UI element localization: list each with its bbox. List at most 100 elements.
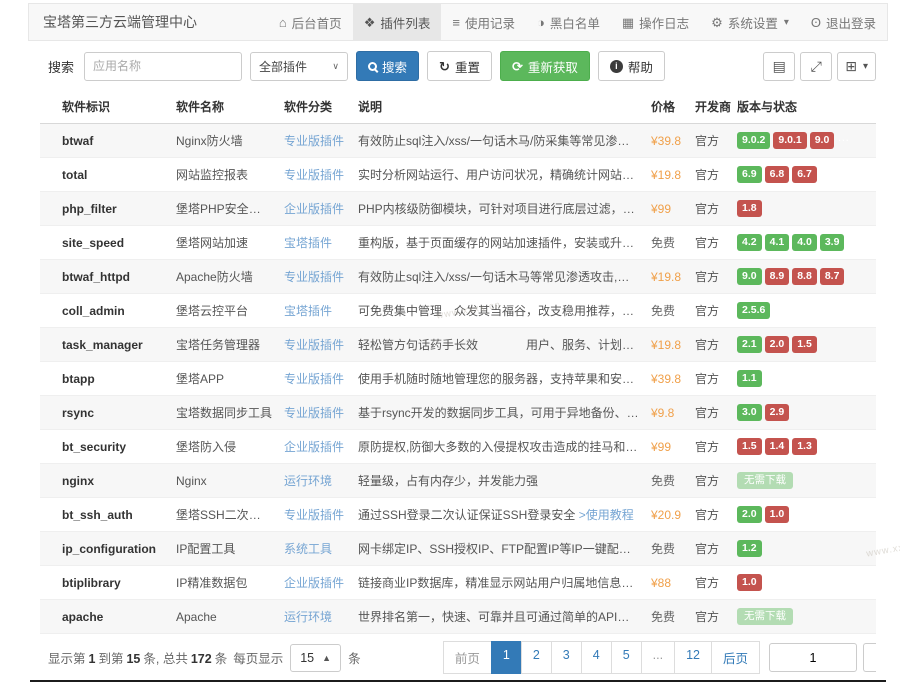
cell-software-name: 堡塔网站加速: [170, 226, 278, 260]
category-link[interactable]: 宝塔插件: [284, 304, 332, 318]
cell-software-id: rsync: [40, 396, 170, 430]
category-link[interactable]: 专业版插件: [284, 168, 344, 182]
table-row: btapp堡塔APP专业版插件使用手机随时随地管理您的服务器，支持苹果和安卓 >…: [40, 362, 876, 396]
version-badge: 8.7: [820, 268, 845, 285]
table-row: btwafNginx防火墙专业版插件有效防止sql注入/xss/一句话木马/防采…: [40, 124, 876, 158]
version-badge: 6.7: [792, 166, 817, 183]
cell-vendor: 官方: [689, 396, 731, 430]
chevron-down-icon: ∨: [332, 61, 339, 72]
cell-description: 通过SSH登录二次认证保证SSH登录安全 >使用教程: [352, 498, 645, 532]
pagination-button[interactable]: 3: [551, 641, 582, 674]
category-link[interactable]: 专业版插件: [284, 508, 344, 522]
pagination-button[interactable]: 后页: [711, 641, 760, 674]
nav-item-blacklist[interactable]: ◑黑白名单: [526, 4, 611, 40]
per-page-value: 15: [300, 651, 314, 665]
version-badge: 8.9: [765, 268, 790, 285]
category-link[interactable]: 运行环境: [284, 474, 332, 488]
category-link[interactable]: 宝塔插件: [284, 236, 332, 250]
refetch-button[interactable]: ⟳ 重新获取: [500, 51, 590, 81]
cell-software-id: btwaf_httpd: [40, 260, 170, 294]
category-filter-select[interactable]: 全部插件 ∨: [250, 52, 348, 81]
cell-versions: 6.96.86.7: [731, 158, 876, 192]
version-badge: 2.1: [737, 336, 762, 353]
cell-software-id: apache: [40, 600, 170, 634]
power-icon: ʘ: [811, 16, 821, 29]
page-jump-input[interactable]: [769, 643, 857, 672]
cell-software-id: nginx: [40, 464, 170, 498]
plugins-icon: ❖: [364, 16, 376, 29]
fullscreen-button[interactable]: ⤢: [800, 52, 832, 81]
category-link[interactable]: 专业版插件: [284, 270, 344, 284]
search-button[interactable]: 搜索: [356, 51, 419, 81]
version-badge: 6.9: [737, 166, 762, 183]
version-badge: 无需下载: [737, 472, 793, 489]
version-badge: 1.5: [737, 438, 762, 455]
cell-description: 可免费集中管理 众发其当福谷，改支稳用推荐，以及其...: [352, 294, 645, 328]
pagination-button[interactable]: 1: [491, 641, 522, 674]
cell-description: 轻量级，占有内存少，并发能力强: [352, 464, 645, 498]
usage-list-icon: ≡: [452, 16, 460, 29]
search-input[interactable]: [84, 52, 242, 81]
category-link[interactable]: 企业版插件: [284, 440, 344, 454]
jump-confirm-button-partial[interactable]: [863, 643, 876, 672]
nav-item-plugins[interactable]: ❖插件列表: [353, 4, 442, 40]
pagination-button: 前页: [443, 641, 492, 674]
per-page-select[interactable]: 15 ▲: [290, 644, 341, 672]
cell-description: 网卡绑定IP、SSH授权IP、FTP配置IP等IP一键配置工具,...: [352, 532, 645, 566]
search-icon: [368, 62, 377, 71]
table-row: total网站监控报表专业版插件实时分析网站运行、用户访问状况，精确统计网站流量…: [40, 158, 876, 192]
cell-price: 免费: [645, 294, 689, 328]
cell-versions: 1.8: [731, 192, 876, 226]
pagination-button[interactable]: 12: [674, 641, 712, 674]
cell-price: ¥20.9: [645, 498, 689, 532]
help-button[interactable]: i 帮助: [598, 51, 665, 81]
table-row: ip_configurationIP配置工具系统工具网卡绑定IP、SSH授权IP…: [40, 532, 876, 566]
cell-description: 有效防止sql注入/xss/一句话木马/防采集等常见渗透攻击...: [352, 124, 645, 158]
pagination-button[interactable]: 5: [611, 641, 642, 674]
page: 宝塔第三方云端管理中心 ⌂后台首页❖插件列表≡使用记录◑黑白名单▦操作日志⚙系统…: [28, 3, 888, 682]
info-icon: i: [610, 60, 623, 73]
cell-versions: 9.08.98.88.7: [731, 260, 876, 294]
category-link[interactable]: 专业版插件: [284, 338, 344, 352]
category-link[interactable]: 企业版插件: [284, 202, 344, 216]
cell-vendor: 官方: [689, 498, 731, 532]
nav-item-logs[interactable]: ▦操作日志: [611, 4, 700, 40]
cell-price: ¥9.8: [645, 396, 689, 430]
cell-software-name: 宝塔任务管理器: [170, 328, 278, 362]
nav-menu: ⌂后台首页❖插件列表≡使用记录◑黑白名单▦操作日志⚙系统设置▾ʘ退出登录: [268, 4, 887, 40]
pagination-button[interactable]: 4: [581, 641, 612, 674]
category-link[interactable]: 运行环境: [284, 610, 332, 624]
cell-description: 链接商业IP数据库，精准显示网站用户归属地信息，暂时...: [352, 566, 645, 600]
column-header: 版本与状态: [731, 89, 876, 124]
nav-item-logout[interactable]: ʘ退出登录: [800, 4, 887, 40]
cell-versions: 2.12.01.5: [731, 328, 876, 362]
description-text: 使用手机随时随地管理您的服务器，支持苹果和安卓 >: [358, 372, 645, 386]
category-link[interactable]: 专业版插件: [284, 372, 344, 386]
cell-software-name: 堡塔APP: [170, 362, 278, 396]
table-row: php_filter堡塔PHP安全防护企业版插件PHP内核级防御模块，可针对项目…: [40, 192, 876, 226]
nav-item-home[interactable]: ⌂后台首页: [268, 4, 353, 40]
cell-description: 使用手机随时随地管理您的服务器，支持苹果和安卓 > 组...: [352, 362, 645, 396]
cell-price: 免费: [645, 532, 689, 566]
category-link[interactable]: 系统工具: [284, 542, 332, 556]
report-view-button[interactable]: ▤: [763, 52, 795, 81]
nav-item-settings[interactable]: ⚙系统设置▾: [700, 4, 800, 40]
description-text: 链接商业IP数据库，精准显示网站用户归属地信息，暂时...: [358, 576, 645, 590]
columns-button[interactable]: ⊞▾: [837, 52, 876, 81]
version-badge: 1.4: [765, 438, 790, 455]
pagination-button[interactable]: 2: [521, 641, 552, 674]
cell-vendor: 官方: [689, 328, 731, 362]
category-link[interactable]: 专业版插件: [284, 134, 344, 148]
category-link[interactable]: 专业版插件: [284, 406, 344, 420]
table-row: btwaf_httpdApache防火墙专业版插件有效防止sql注入/xss/一…: [40, 260, 876, 294]
cell-price: ¥19.8: [645, 260, 689, 294]
description-link[interactable]: >使用教程: [579, 508, 634, 522]
cell-vendor: 官方: [689, 158, 731, 192]
cell-software-name: 堡塔防入侵: [170, 430, 278, 464]
cell-description: 重构版，基于页面缓存的网站加速插件，安装或升级到此...: [352, 226, 645, 260]
reset-button[interactable]: ↻ 重置: [427, 51, 492, 81]
brand-title[interactable]: 宝塔第三方云端管理中心: [29, 4, 211, 40]
cell-description: 基于rsync开发的数据同步工具，可用于异地备份、多台主...: [352, 396, 645, 430]
category-link[interactable]: 企业版插件: [284, 576, 344, 590]
nav-item-records[interactable]: ≡使用记录: [441, 4, 526, 40]
